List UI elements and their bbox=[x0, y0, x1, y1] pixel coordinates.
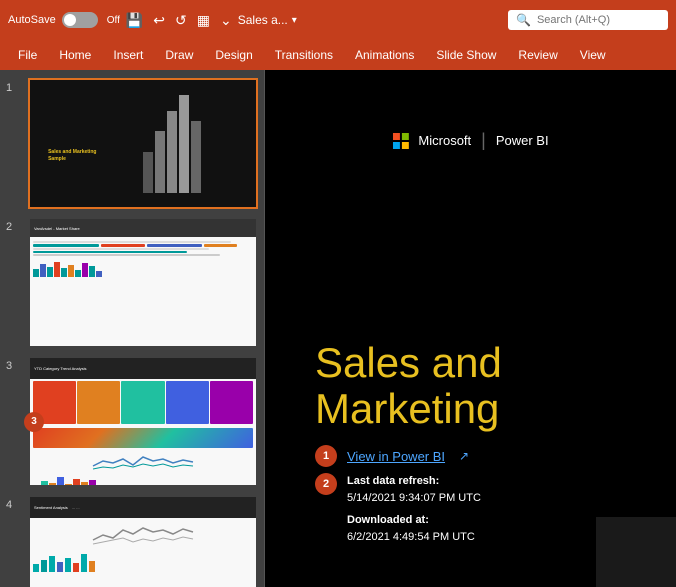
data-refresh-label: Last data refresh: bbox=[347, 473, 481, 491]
present-icon[interactable]: ▦ bbox=[197, 12, 210, 29]
link-arrow-icon: ↗ bbox=[459, 449, 469, 463]
slide-thumb-1[interactable]: Sales and MarketingSample bbox=[28, 78, 258, 209]
slide3-squares bbox=[30, 379, 256, 426]
slide2-bars bbox=[33, 262, 253, 277]
powerbi-text: Power BI bbox=[496, 133, 549, 148]
save-icon[interactable]: 💾 bbox=[126, 12, 143, 29]
main-slide-title: Sales and Marketing bbox=[315, 340, 676, 432]
dark-corner bbox=[596, 517, 676, 587]
main-slide-view: Microsoft | Power BI Sales and Marketing… bbox=[265, 70, 676, 587]
logo-area: Microsoft | Power BI bbox=[392, 130, 548, 151]
slide2-lines bbox=[30, 237, 256, 260]
badge-2-area: 2 Last data refresh: 5/14/2021 9:34:07 P… bbox=[315, 473, 481, 547]
slide2-header: VanArsdel - Market Share bbox=[30, 219, 256, 237]
slide4-bars bbox=[33, 550, 253, 572]
ms-logo-text: Microsoft bbox=[418, 133, 471, 148]
undo-icon[interactable]: ↩ bbox=[153, 12, 165, 29]
badge-1-area: 1 View in Power BI ↗ bbox=[315, 445, 469, 467]
slide-thumb-inner-4: Sentiment Analysis ... ... bbox=[30, 497, 256, 587]
menu-bar: File Home Insert Draw Design Transitions… bbox=[0, 40, 676, 70]
slide3-header: YTD Category Trend Analysis bbox=[30, 358, 256, 378]
downloaded-value: 6/2/2021 4:49:54 PM UTC bbox=[347, 531, 475, 543]
toggle-knob bbox=[64, 14, 76, 26]
redo-icon[interactable]: ↺ bbox=[175, 12, 187, 29]
title-bar-left: AutoSave Off 💾 ↩ ↺ ▦ ⌄ bbox=[8, 12, 232, 29]
search-box[interactable]: 🔍 bbox=[508, 10, 668, 30]
menu-review[interactable]: Review bbox=[508, 44, 567, 66]
slide1-visual: Sales and MarketingSample bbox=[30, 80, 256, 207]
badge-1-circle: 1 bbox=[315, 445, 337, 467]
view-powerbi-link[interactable]: View in Power BI bbox=[347, 449, 445, 464]
autosave-label: AutoSave bbox=[8, 14, 56, 26]
slide4-header: Sentiment Analysis ... ... bbox=[30, 497, 256, 517]
slide-row-3: 3 3 YTD Category Trend Analysis bbox=[6, 356, 258, 487]
menu-animations[interactable]: Animations bbox=[345, 44, 424, 66]
slide3-chart bbox=[33, 428, 253, 448]
badge-2-circle: 2 bbox=[315, 473, 337, 495]
autosave-toggle[interactable] bbox=[62, 12, 98, 28]
title-bar: AutoSave Off 💾 ↩ ↺ ▦ ⌄ Sales a... ▾ 🔍 bbox=[0, 0, 676, 40]
slide3-annotation: 3 bbox=[24, 412, 44, 432]
slide-thumb-3[interactable]: 3 YTD Category Trend Analysis bbox=[28, 356, 258, 487]
menu-design[interactable]: Design bbox=[205, 44, 262, 66]
search-icon: 🔍 bbox=[516, 13, 531, 27]
slide-row-4: 4 Sentiment Analysis ... ... bbox=[6, 495, 258, 587]
slide-number-2: 2 bbox=[6, 217, 22, 233]
slide-number-1: 1 bbox=[6, 78, 22, 94]
main-content: 1 Sales and MarketingSample bbox=[0, 70, 676, 587]
slide-panel: 1 Sales and MarketingSample bbox=[0, 70, 265, 587]
menu-insert[interactable]: Insert bbox=[103, 44, 153, 66]
menu-view[interactable]: View bbox=[570, 44, 616, 66]
slide-thumb-2[interactable]: VanArsdel - Market Share bbox=[28, 217, 258, 348]
slide1-thumb-bars bbox=[143, 90, 245, 198]
slide3-visual: YTD Category Trend Analysis bbox=[30, 358, 256, 485]
toolbar-icons: 💾 ↩ ↺ ▦ ⌄ bbox=[126, 12, 232, 29]
file-name: Sales a... bbox=[238, 13, 288, 27]
menu-slideshow[interactable]: Slide Show bbox=[426, 44, 506, 66]
slide-thumb-inner-1: Sales and MarketingSample bbox=[30, 80, 256, 207]
slide-number-3: 3 bbox=[6, 356, 22, 372]
slide1-thumb-title: Sales and MarketingSample bbox=[48, 149, 96, 163]
toggle-off-label: Off bbox=[107, 15, 120, 26]
more-icon[interactable]: ⌄ bbox=[220, 12, 232, 29]
downloaded-label: Downloaded at: bbox=[347, 512, 481, 530]
file-name-dropdown[interactable]: ▾ bbox=[292, 15, 297, 26]
slide-row-1: 1 Sales and MarketingSample bbox=[6, 78, 258, 209]
slide-row-2: 2 VanArsdel - Market Share bbox=[6, 217, 258, 348]
slide3-bars bbox=[33, 473, 253, 486]
slide-thumb-4[interactable]: Sentiment Analysis ... ... bbox=[28, 495, 258, 587]
data-refresh-text: Last data refresh: 5/14/2021 9:34:07 PM … bbox=[347, 473, 481, 547]
slide4-visual: Sentiment Analysis ... ... bbox=[30, 497, 256, 587]
slide-thumb-inner-3: YTD Category Trend Analysis bbox=[30, 358, 256, 485]
slide-thumb-inner-2: VanArsdel - Market Share bbox=[30, 219, 256, 346]
ms-logo-icon bbox=[392, 133, 408, 149]
search-input[interactable] bbox=[537, 14, 657, 26]
menu-transitions[interactable]: Transitions bbox=[265, 44, 343, 66]
ms-logo-divider: | bbox=[481, 130, 486, 151]
main-slide-inner: Microsoft | Power BI Sales and Marketing… bbox=[265, 70, 676, 587]
menu-file[interactable]: File bbox=[8, 44, 47, 66]
slide-number-4: 4 bbox=[6, 495, 22, 511]
menu-home[interactable]: Home bbox=[49, 44, 101, 66]
slide4-wave bbox=[30, 518, 256, 550]
menu-draw[interactable]: Draw bbox=[155, 44, 203, 66]
title-center: Sales a... ▾ bbox=[238, 13, 297, 27]
slide2-visual: VanArsdel - Market Share bbox=[30, 219, 256, 346]
data-refresh-value: 5/14/2021 9:34:07 PM UTC bbox=[347, 492, 481, 504]
slide3-wave bbox=[30, 450, 256, 472]
